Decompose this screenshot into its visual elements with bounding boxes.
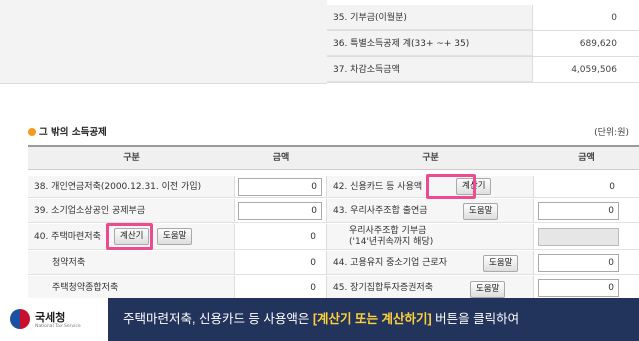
small-business-deduction-input[interactable] [238,202,322,220]
calculator-highlight-box [106,223,153,250]
employee-stock-contribution-input[interactable] [538,202,619,220]
section-title-text: 그 밖의 소득공제 [39,127,107,138]
summary-row: 37. 차감소득금액 4,059,506 [327,57,639,83]
row-label-43: 43. 우리사주조합 출연금 [333,206,428,216]
org-name: 국세청 [35,311,66,324]
housing-savings-help-button[interactable]: 도움말 [157,228,193,245]
caption-text: 주택마련저축, 신용카드 등 사용액은 [계산기 또는 계산하기] 버튼을 클릭… [123,298,519,341]
row-value-cell: 0 [235,251,327,275]
row-label-45: 45. 장기집합투자증권저축 [333,283,433,293]
summary-row: 36. 특별소득공제 계(33+ ~+ 35) 689,620 [327,31,639,57]
employee-stock-donation-input [538,228,619,246]
summary-left-blank [0,0,327,84]
row-value-cell: 0 [534,176,639,198]
summary-label: 35. 기부금(이월분) [327,5,533,30]
caption-highlight: [계산기 또는 계산하기] [312,312,432,326]
row-45: 45. 장기집합투자증권저축 도움말 [327,276,534,300]
employment-retention-help-button[interactable]: 도움말 [483,255,519,272]
other-deductions-table: 구분 금액 구분 금액 38. 개인연금저축(2000.12.31. 이전 가입… [28,145,639,300]
taegeuk-emblem-icon [10,309,30,329]
row-label-stock-donation-note: ('14'년귀속까지 해당) [349,237,434,247]
unit-label: (단위:원) [594,128,629,138]
caption-before: 주택마련저축, 신용카드 등 사용액은 [123,312,313,326]
summary-row: 35. 기부금(이월분) 0 [327,5,639,31]
row-value-cell [534,224,639,250]
housing-savings-value: 0 [310,232,316,242]
header-amount: 금액 [578,153,595,163]
org-sub-name: National Tax Service [35,324,81,329]
summary-label: 36. 특별소득공제 계(33+ ~+ 35) [327,31,533,56]
row-value-cell [534,199,639,223]
row-label-40: 40. 주택마련저축 [34,232,101,242]
housing-subscription-value: 0 [310,283,316,293]
header-amount: 금액 [272,153,290,163]
bullet-icon [28,128,36,136]
table-header: 구분 금액 구분 금액 [28,147,639,170]
summary-block: 35. 기부금(이월분) 0 36. 특별소득공제 계(33+ ~+ 35) 6… [0,0,639,84]
caption-after: 버튼을 클릭하여 [431,312,520,326]
employee-stock-help-button[interactable]: 도움말 [463,203,499,220]
header-category: 구분 [123,153,140,163]
summary-value: 689,620 [579,39,617,49]
row-label-42: 42. 신용카드 등 사용액 [333,182,423,192]
row-value-cell: 0 [235,276,327,300]
row-label-38: 38. 개인연금저축(2000.12.31. 이전 가입) [28,176,235,198]
row-value-cell [534,276,639,300]
summary-value: 4,059,506 [571,65,617,75]
calculator-highlight-box [426,174,476,199]
header-category: 구분 [422,153,439,163]
row-value-cell [235,199,327,223]
personal-pension-input[interactable] [238,178,322,196]
row-label-44: 44. 고용유지 중소기업 근로자 [333,258,447,268]
employment-retention-input[interactable] [538,254,619,272]
row-label-stock-donation: 우리사주조합 기부금 [349,226,427,236]
row-label-39: 39. 소기업소상공인 공제부금 [28,199,235,223]
row-value-cell [235,176,327,198]
row-43: 43. 우리사주조합 출연금 도움말 [327,199,534,223]
row-44: 44. 고용유지 중소기업 근로자 도움말 [327,251,534,275]
subscription-savings-value: 0 [310,258,316,268]
long-term-fund-help-button[interactable]: 도움말 [470,281,506,298]
row-value-cell [534,251,639,275]
row-value-cell: 0 [235,224,327,250]
row-label-housing-subscription: 주택청약종합저축 [28,276,235,300]
row-43b: 우리사주조합 기부금 ('14'년귀속까지 해당) [327,224,534,250]
row-label-subscription-savings: 청약저축 [28,251,235,275]
credit-card-value: 0 [609,182,615,192]
caption-banner: 국세청 National Tax Service 주택마련저축, 신용카드 등 … [0,298,639,341]
summary-label: 37. 차감소득금액 [327,57,533,82]
summary-value: 0 [611,13,617,23]
long-term-fund-input[interactable] [538,279,619,297]
section-title: 그 밖의 소득공제 [28,124,107,138]
nts-logo: 국세청 National Tax Service [0,298,108,341]
